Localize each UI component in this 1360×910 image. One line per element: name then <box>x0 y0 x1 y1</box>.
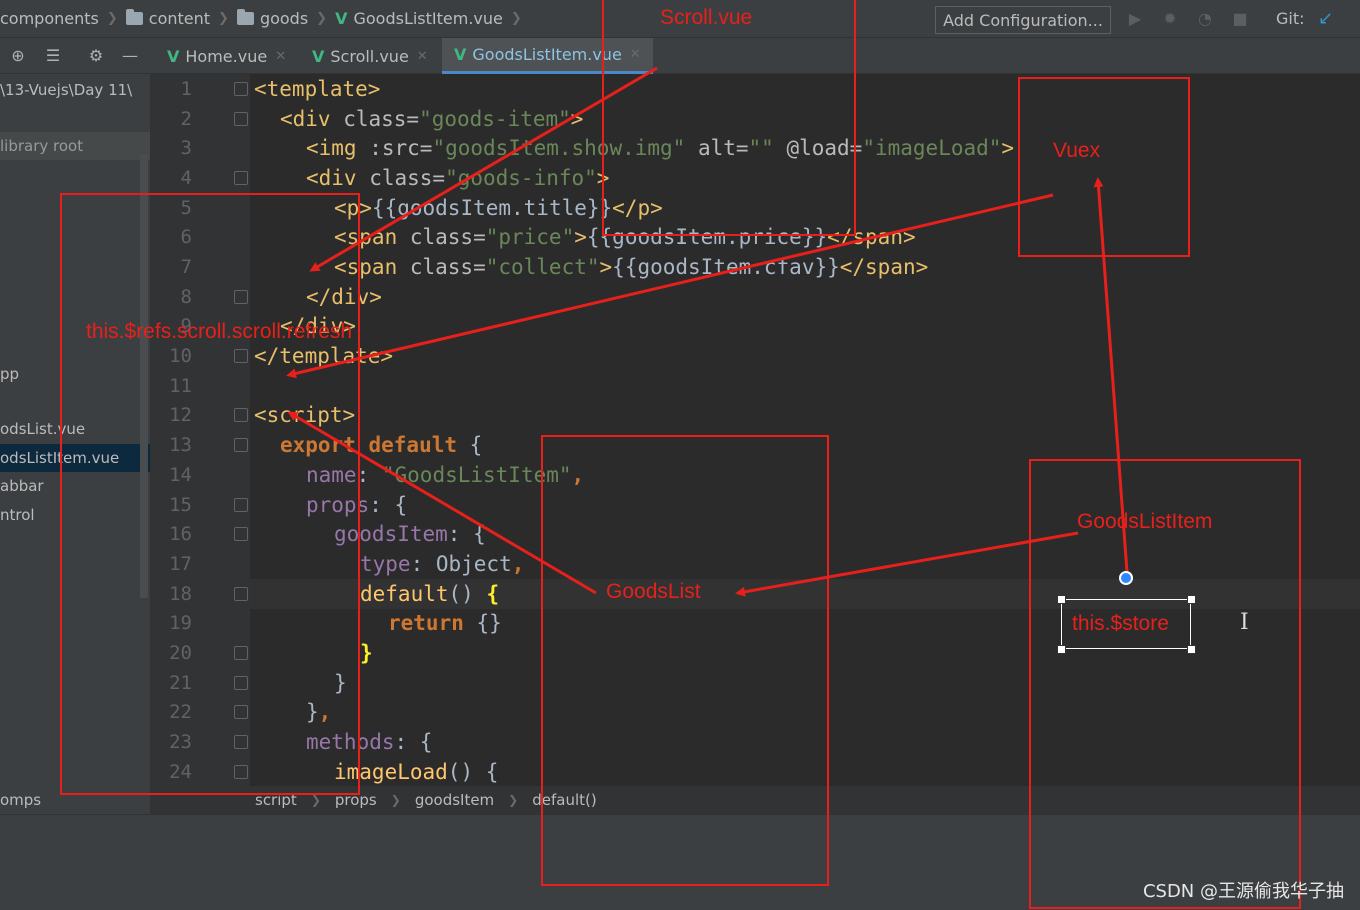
fold-marker-icon[interactable] <box>234 171 248 185</box>
library-root-item[interactable]: library root <box>0 132 150 160</box>
gear-icon[interactable]: ⚙ <box>86 46 106 66</box>
annotation-scroll-refresh: this.$refs.scroll.scroll.refresh <box>86 320 353 343</box>
collapse-icon[interactable]: ☰ <box>43 46 63 66</box>
vue-file-icon: V <box>167 46 180 66</box>
annotation-box-goodslist <box>541 435 829 886</box>
project-path[interactable]: \13-Vuejs\Day 11\ <box>0 76 150 104</box>
annotation-box-vuex <box>1018 77 1190 257</box>
annotation-goodslistitem: GoodsListItem <box>1077 510 1213 533</box>
chevron-right-icon: ❯ <box>218 11 229 26</box>
chevron-right-icon: ❯ <box>390 793 401 807</box>
folder-icon <box>236 9 254 25</box>
rotate-handle[interactable] <box>1119 571 1133 585</box>
annotation-vuex: Vuex <box>1053 139 1101 162</box>
fold-marker-icon[interactable] <box>234 82 248 96</box>
line-number: 1 <box>180 78 192 100</box>
resize-handle[interactable] <box>1057 595 1066 604</box>
annotation-box-left <box>60 193 360 795</box>
line-number: 3 <box>180 137 192 159</box>
code-line: default() { <box>360 582 500 606</box>
breadcrumb-content[interactable]: content ❯ <box>125 9 229 28</box>
selected-textbox[interactable] <box>1061 599 1191 649</box>
code-line: <span class="collect">{{goodsItem.cfav}}… <box>334 255 929 279</box>
resize-handle[interactable] <box>1187 645 1196 654</box>
annotation-goodslist: GoodsList <box>606 580 701 603</box>
code-line: type: Object, <box>360 552 525 576</box>
resize-handle[interactable] <box>1057 645 1066 654</box>
watermark: CSDN @王源偷我华子抽 <box>1142 881 1344 902</box>
code-line: } <box>360 641 373 665</box>
breadcrumb-label: content <box>148 9 211 28</box>
code-line: <template> <box>254 77 381 101</box>
annotation-scroll-vue: Scroll.vue <box>660 6 753 29</box>
code-line: return {} <box>388 611 502 635</box>
text-cursor-icon: I <box>1240 610 1249 635</box>
code-line: <div class="goods-info"> <box>306 166 610 190</box>
resize-handle[interactable] <box>1187 595 1196 604</box>
fold-marker-icon[interactable] <box>234 112 248 126</box>
chevron-right-icon: ❯ <box>106 11 118 26</box>
folder-icon <box>125 9 143 25</box>
code-line: <div class="goods-item"> <box>280 107 584 131</box>
structure-crumb[interactable]: goodsItem <box>415 791 494 809</box>
annotation-box-scroll <box>602 0 856 236</box>
line-number: 2 <box>180 108 192 130</box>
chevron-right-icon: ❯ <box>310 793 321 807</box>
line-number: 4 <box>180 167 192 189</box>
chevron-right-icon: ❯ <box>508 793 519 807</box>
breadcrumb-components[interactable]: components ❯ <box>0 9 118 28</box>
hide-icon[interactable]: — <box>120 46 140 66</box>
breadcrumb-label: components <box>0 9 99 28</box>
globe-icon[interactable]: ⊕ <box>8 46 28 66</box>
